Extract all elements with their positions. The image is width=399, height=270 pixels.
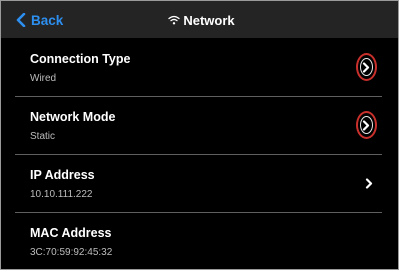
ip-address-chevron-button[interactable] — [356, 169, 380, 198]
setting-label: Network Mode — [30, 110, 116, 124]
setting-row-network-mode[interactable]: Network Mode Static — [15, 97, 382, 155]
setting-row-mac-address: MAC Address 3C:70:59:92:45:32 — [15, 213, 382, 269]
wifi-icon — [168, 15, 180, 25]
setting-value: 10.10.111.222 — [30, 189, 93, 200]
network-mode-chevron-button[interactable] — [356, 111, 380, 140]
connection-type-chevron-button[interactable] — [356, 53, 380, 82]
page-title: Network — [1, 10, 398, 30]
chevron-right-icon — [362, 62, 370, 73]
setting-value: Static — [30, 131, 56, 142]
page-title-label: Network — [183, 12, 235, 28]
setting-label: MAC Address — [30, 226, 112, 240]
setting-label: IP Address — [30, 168, 95, 182]
chevron-right-icon — [365, 178, 373, 189]
setting-value: Wired — [30, 73, 57, 84]
top-bar: Back Network — [1, 1, 398, 38]
setting-row-ip-address[interactable]: IP Address 10.10.111.222 — [15, 155, 382, 213]
network-settings-screen: Back Network Connection Type Wired Netwo… — [0, 0, 399, 270]
setting-label: Connection Type — [30, 52, 131, 66]
setting-value: 3C:70:59:92:45:32 — [30, 247, 113, 258]
chevron-right-icon — [362, 120, 370, 131]
setting-row-connection-type[interactable]: Connection Type Wired — [15, 39, 382, 97]
